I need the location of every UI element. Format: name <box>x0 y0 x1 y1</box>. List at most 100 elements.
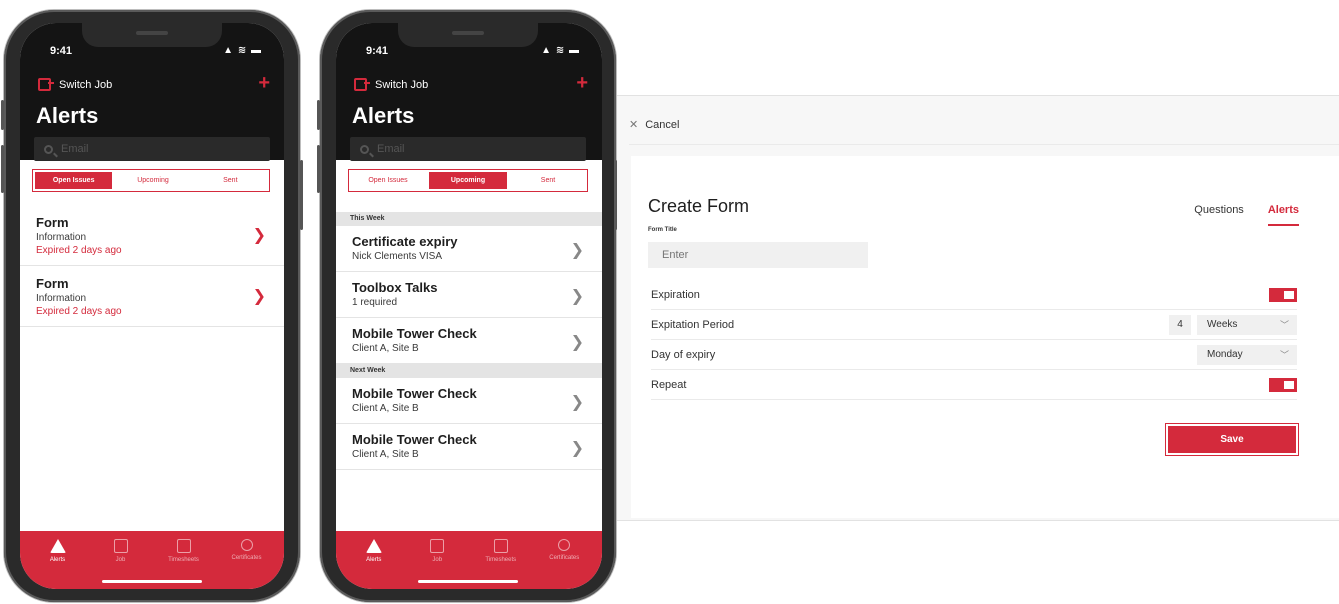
list-item[interactable]: Mobile Tower Check Client A, Site B ❯ <box>336 318 602 364</box>
tab-bar: Alerts Job Timesheets Certificates <box>20 531 284 589</box>
segment-open-issues[interactable]: Open Issues <box>349 170 427 191</box>
search-icon <box>44 144 53 154</box>
tab-label: Job <box>115 557 126 563</box>
phone-open-issues: 9:41 ▲ ≋ ▬ Switch Job + Alerts Email Ope… <box>1 10 303 602</box>
list-item[interactable]: Certificate expiry Nick Clements VISA ❯ <box>336 226 602 272</box>
item-title: Mobile Tower Check <box>352 432 477 447</box>
chevron-right-icon: ❯ <box>570 334 584 351</box>
list-item[interactable]: Mobile Tower Check Client A, Site B ❯ <box>336 424 602 470</box>
item-subtitle: Client A, Site B <box>352 449 419 460</box>
form-title-input[interactable] <box>648 242 868 268</box>
tab-bar: Alerts Job Timesheets Certificates <box>336 531 602 589</box>
form-title-heading: Create Form <box>648 196 750 216</box>
chevron-right-icon: ❯ <box>252 288 266 305</box>
divider <box>629 144 1339 145</box>
period-number-input[interactable]: 4 <box>1169 314 1191 335</box>
phone-screen: 9:41 ▲ ≋ ▬ Switch Job + Alerts Email Ope… <box>20 23 284 589</box>
repeat-toggle[interactable] <box>1269 377 1297 392</box>
alert-triangle-icon <box>365 539 382 553</box>
segment-open-issues[interactable]: Open Issues <box>35 172 113 189</box>
item-title: Certificate expiry <box>352 234 458 249</box>
chevron-right-icon: ❯ <box>570 288 584 305</box>
add-plus-icon[interactable]: + <box>258 73 270 93</box>
period-unit-select[interactable]: Weeks ﹀ <box>1197 314 1297 335</box>
alert-triangle-icon <box>49 539 66 553</box>
list-item[interactable]: Toolbox Talks 1 required ❯ <box>336 272 602 318</box>
switch-icon <box>38 78 54 91</box>
tab-questions[interactable]: Questions <box>1194 204 1244 226</box>
alert-list: This Week Certificate expiry Nick Clemen… <box>336 212 602 470</box>
expiration-label: Expiration <box>651 288 700 301</box>
repeat-label: Repeat <box>651 378 687 391</box>
day-select[interactable]: Monday ﹀ <box>1197 344 1297 365</box>
item-title: Form <box>36 276 69 291</box>
status-time: 9:41 <box>50 45 73 57</box>
chevron-down-icon: ﹀ <box>1279 350 1289 360</box>
clock-icon <box>493 539 508 553</box>
tab-alerts[interactable]: Alerts <box>342 539 406 589</box>
side-button <box>1 145 4 193</box>
tab-label: Alerts <box>366 557 382 563</box>
tab-certificates[interactable]: Certificates <box>215 539 278 589</box>
search-placeholder: Email <box>61 143 89 155</box>
search-input[interactable]: Email <box>350 137 586 161</box>
item-subtitle: 1 required <box>352 297 398 308</box>
day-value: Monday <box>1207 349 1243 360</box>
header: 9:41 ▲ ≋ ▬ Switch Job + Alerts Email <box>20 23 284 161</box>
section-header: Next Week <box>336 364 602 378</box>
side-button <box>317 145 320 193</box>
tab-label: Timesheets <box>485 557 517 563</box>
tab-label: Certificates <box>231 555 262 561</box>
item-title: Mobile Tower Check <box>352 326 477 341</box>
list-item[interactable]: Form Information Expired 2 days ago ❯ <box>20 205 284 266</box>
document-icon <box>113 539 128 553</box>
expiration-toggle[interactable] <box>1269 287 1297 302</box>
search-input[interactable]: Email <box>34 137 270 161</box>
status-icons: ▲ ≋ ▬ <box>223 45 262 56</box>
tab-label: Alerts <box>49 557 66 563</box>
side-button <box>1 100 4 130</box>
item-status: Expired 2 days ago <box>36 306 122 317</box>
item-status: Expired 2 days ago <box>36 245 122 256</box>
phone-upcoming: 9:41 ▲ ≋ ▬ Switch Job + Alerts Email Ope… <box>317 10 619 602</box>
switch-job-label: Switch Job <box>59 78 113 91</box>
form-title-label: Form Title <box>648 227 677 233</box>
search-icon <box>360 144 369 154</box>
tab-certificates[interactable]: Certificates <box>533 539 597 589</box>
chevron-right-icon: ❯ <box>570 394 584 411</box>
badge-icon <box>240 539 253 551</box>
section-header: This Week <box>336 212 602 226</box>
close-icon: ✕ <box>629 119 639 131</box>
add-plus-icon[interactable]: + <box>576 73 588 93</box>
status-icons: ▲ ≋ ▬ <box>541 45 580 56</box>
side-button <box>317 100 320 130</box>
cancel-label: Cancel <box>645 118 680 131</box>
item-subtitle: Information <box>36 293 87 304</box>
segment-sent[interactable]: Sent <box>509 170 587 191</box>
list-item[interactable]: Mobile Tower Check Client A, Site B ❯ <box>336 378 602 424</box>
item-subtitle: Information <box>36 232 87 243</box>
item-subtitle: Client A, Site B <box>352 343 419 354</box>
tab-label: Job <box>432 557 443 563</box>
segment-upcoming[interactable]: Upcoming <box>114 170 191 191</box>
chevron-down-icon: ﹀ <box>1279 320 1289 330</box>
tab-alerts[interactable]: Alerts <box>1267 204 1299 226</box>
home-indicator <box>102 580 202 583</box>
list-item[interactable]: Form Information Expired 2 days ago ❯ <box>20 266 284 327</box>
repeat-row: Repeat <box>651 370 1297 400</box>
home-indicator <box>418 580 518 583</box>
switch-job-button[interactable]: Switch Job <box>38 78 112 91</box>
cancel-button[interactable]: ✕ Cancel <box>629 118 680 132</box>
switch-job-button[interactable]: Switch Job <box>354 78 428 91</box>
segment-sent[interactable]: Sent <box>192 170 269 191</box>
expiration-row: Expiration <box>651 280 1297 310</box>
form-card: Create Form Questions Alerts Form Title … <box>631 156 1339 518</box>
header: 9:41 ▲ ≋ ▬ Switch Job + Alerts Email <box>336 23 602 161</box>
notch <box>82 23 222 47</box>
status-time: 9:41 <box>366 45 389 57</box>
tab-alerts[interactable]: Alerts <box>26 539 89 589</box>
segment-control: Open Issues Upcoming Sent <box>32 169 270 192</box>
segment-control: Open Issues Upcoming Sent <box>348 169 588 192</box>
segment-upcoming[interactable]: Upcoming <box>429 172 507 189</box>
save-button[interactable]: Save <box>1165 423 1299 456</box>
